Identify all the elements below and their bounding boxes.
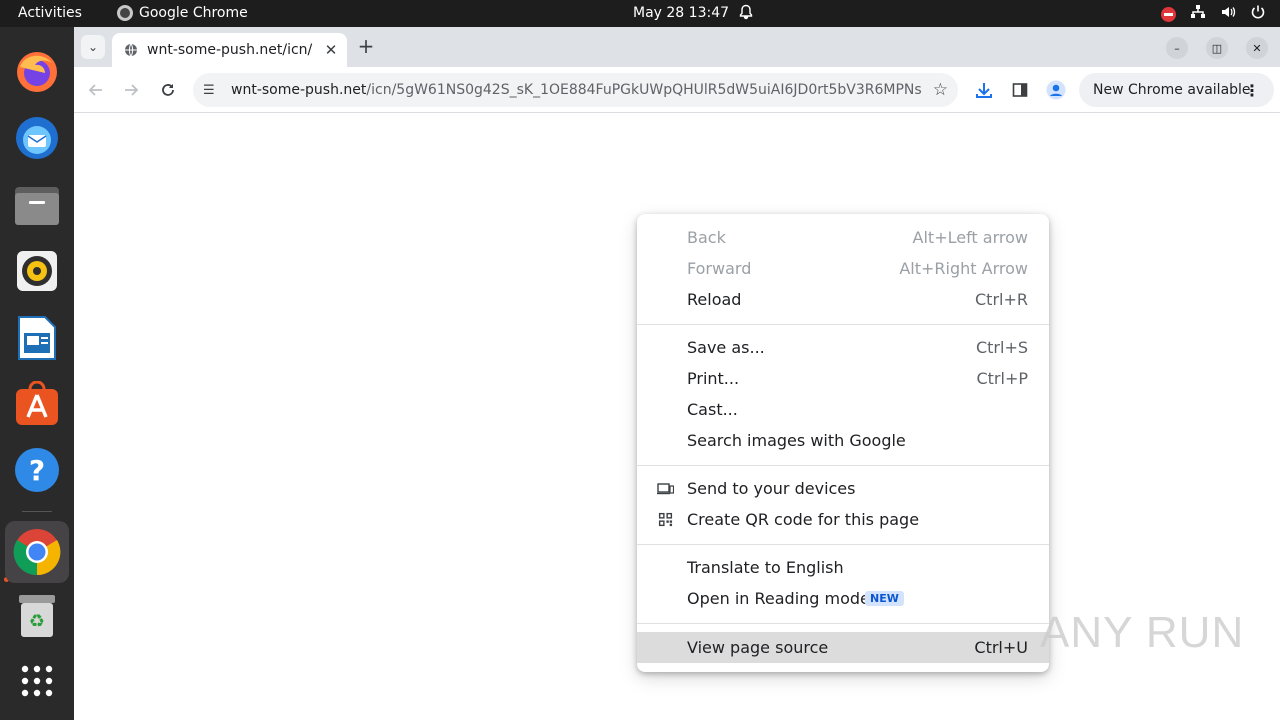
menu-item-label: Back (687, 228, 726, 247)
app-name-label: Google Chrome (139, 5, 248, 21)
menu-item-forward[interactable]: Forward Alt+Right Arrow (637, 253, 1049, 284)
thunderbird-icon[interactable] (10, 111, 64, 165)
reload-button[interactable] (156, 78, 180, 102)
files-icon[interactable] (10, 178, 64, 232)
menu-item-label: View page source (687, 638, 829, 657)
menu-item-save-as[interactable]: Save as... Ctrl+S (637, 332, 1049, 363)
app-center-icon[interactable] (10, 377, 64, 431)
clock[interactable]: May 28 13:47 (633, 5, 729, 21)
qr-code-icon (658, 512, 673, 527)
forward-button[interactable] (119, 78, 143, 102)
tab-active[interactable]: wnt-some-push.net/icn/ ✕ (112, 33, 347, 67)
menu-item-shortcut: Ctrl+S (975, 338, 1028, 357)
more-menu-icon: ⋮ (1244, 80, 1260, 100)
google-chrome-icon[interactable] (5, 521, 69, 583)
show-apps-icon[interactable] (10, 654, 64, 708)
profile-avatar-icon[interactable] (1044, 78, 1068, 102)
menu-item-shortcut: Ctrl+P (976, 369, 1028, 388)
back-button[interactable] (84, 78, 108, 102)
menu-item-label: Forward (687, 259, 752, 278)
menu-separator (637, 544, 1049, 545)
new-badge: NEW (865, 591, 904, 606)
menu-item-label: Cast... (687, 400, 738, 419)
menu-item-label: Translate to English (687, 558, 844, 577)
menu-item-search-images[interactable]: Search images with Google (637, 425, 1049, 456)
menu-item-reading-mode[interactable]: Open in Reading mode NEW (637, 583, 1049, 614)
power-icon (1250, 4, 1266, 24)
menu-item-shortcut: Alt+Right Arrow (899, 259, 1028, 278)
menu-item-shortcut: Ctrl+U (974, 638, 1028, 657)
menu-item-shortcut: Ctrl+R (975, 290, 1028, 309)
volume-icon (1220, 4, 1236, 24)
address-bar[interactable]: ☰ wnt-some-push.net/icn/5gW61NS0g42S_sK_… (193, 73, 958, 107)
context-menu: Back Alt+Left arrow Forward Alt+Right Ar… (637, 214, 1049, 672)
menu-separator (637, 465, 1049, 466)
tab-search-button[interactable]: ⌄ (81, 35, 105, 59)
menu-item-label: Reload (687, 290, 742, 309)
trash-icon[interactable]: ♻ (10, 589, 64, 643)
tab-title: wnt-some-push.net/icn/ (147, 42, 313, 58)
globe-icon (125, 43, 137, 57)
menu-separator (637, 324, 1049, 325)
libreoffice-writer-icon[interactable] (10, 311, 64, 365)
url-path: /icn/5gW61NS0g42S_sK_1OE884FuPGkUWpQHUlR… (366, 82, 921, 98)
menu-item-view-page-source[interactable]: View page source Ctrl+U (637, 632, 1049, 663)
new-chrome-available-button[interactable]: New Chrome available ⋮ (1079, 73, 1274, 107)
menu-item-print[interactable]: Print... Ctrl+P (637, 363, 1049, 394)
system-top-bar: Activities Google Chrome May 28 13:47 (0, 0, 1280, 27)
chevron-down-icon: ⌄ (87, 40, 99, 54)
url-text: wnt-some-push.net/icn/5gW61NS0g42S_sK_1O… (231, 82, 921, 98)
firefox-icon[interactable] (10, 45, 64, 99)
svg-text:?: ? (29, 454, 45, 487)
bookmark-star-icon[interactable]: ☆ (933, 80, 948, 100)
dock-separator (22, 511, 52, 512)
menu-separator (637, 623, 1049, 624)
app-menu[interactable]: Google Chrome (117, 5, 248, 21)
download-icon[interactable] (972, 78, 996, 102)
svg-text:♻: ♻ (29, 611, 45, 632)
menu-item-create-qr[interactable]: Create QR code for this page (637, 504, 1049, 535)
menu-item-cast[interactable]: Cast... (637, 394, 1049, 425)
anyrun-watermark: ANY RUN (1040, 608, 1245, 657)
maximize-button[interactable]: ◫ (1206, 37, 1228, 59)
menu-item-label: Send to your devices (687, 479, 856, 498)
menu-item-label: Open in Reading mode (687, 589, 870, 608)
menu-item-back[interactable]: Back Alt+Left arrow (637, 222, 1049, 253)
chrome-app-icon (117, 5, 133, 21)
help-icon[interactable]: ? (10, 443, 64, 497)
menu-item-reload[interactable]: Reload Ctrl+R (637, 284, 1049, 315)
site-info-icon[interactable]: ☰ (203, 83, 223, 98)
tab-close-icon[interactable]: ✕ (321, 41, 341, 59)
system-tray[interactable] (1161, 4, 1266, 24)
activities-button[interactable]: Activities (18, 5, 82, 21)
menu-item-translate[interactable]: Translate to English (637, 552, 1049, 583)
devices-icon (657, 483, 674, 495)
tab-strip: ⌄ wnt-some-push.net/icn/ ✕ + – ◫ ✕ (74, 27, 1280, 67)
dock: ? ♻ (0, 27, 74, 720)
url-domain: wnt-some-push.net (231, 82, 367, 98)
browser-toolbar: ☰ wnt-some-push.net/icn/5gW61NS0g42S_sK_… (74, 67, 1280, 113)
close-window-button[interactable]: ✕ (1246, 37, 1268, 59)
menu-item-shortcut: Alt+Left arrow (912, 228, 1028, 247)
minimize-button[interactable]: – (1166, 37, 1188, 59)
menu-item-label: Search images with Google (687, 431, 906, 450)
update-label: New Chrome available (1093, 82, 1251, 98)
menu-item-label: Create QR code for this page (687, 510, 920, 529)
network-icon (1190, 4, 1206, 24)
side-panel-icon[interactable] (1008, 78, 1032, 102)
do-not-disturb-icon (1161, 6, 1176, 22)
notification-bell-icon[interactable] (738, 4, 754, 24)
rhythmbox-icon[interactable] (10, 244, 64, 298)
new-tab-button[interactable]: + (355, 35, 377, 59)
menu-item-label: Save as... (687, 338, 765, 357)
menu-item-label: Print... (687, 369, 740, 388)
menu-item-send-to-devices[interactable]: Send to your devices (637, 473, 1049, 504)
